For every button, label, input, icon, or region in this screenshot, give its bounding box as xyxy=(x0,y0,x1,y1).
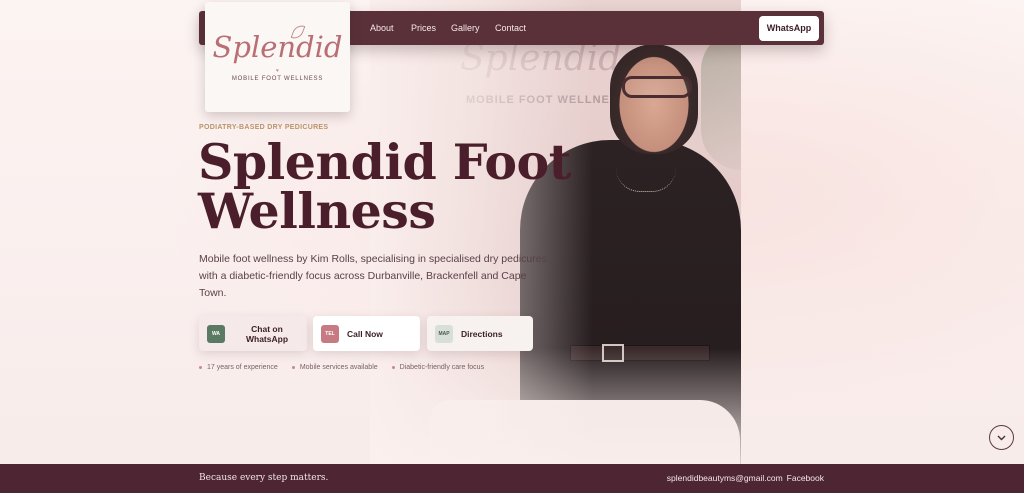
nav-link-contact[interactable]: Contact xyxy=(495,11,526,45)
call-now-button[interactable]: TEL Call Now xyxy=(313,316,420,351)
hero-title: Splendid Foot Wellness xyxy=(198,133,571,240)
footer-email-link[interactable]: splendidbeautyms@gmail.com xyxy=(667,464,783,493)
nav-link-prices[interactable]: Prices xyxy=(411,11,436,45)
necklace xyxy=(616,168,676,192)
logo-subtitle: MOBILE FOOT WELLNESS xyxy=(231,76,324,82)
logo-script: Splendid xyxy=(212,30,343,64)
feature-list: 17 years of experience Mobile services a… xyxy=(199,364,484,371)
footer: Because every step matters. splendidbeau… xyxy=(0,464,1024,493)
footer-links: splendidbeautyms@gmail.com Facebook xyxy=(667,464,824,493)
call-now-label: Call Now xyxy=(347,328,383,339)
plant-decoration xyxy=(701,30,741,170)
chevron-down-icon xyxy=(997,435,1006,440)
logo[interactable]: Splendid ♥ MOBILE FOOT WELLNESS xyxy=(205,2,350,112)
feature-item: Diabetic-friendly care focus xyxy=(391,364,485,371)
page: Splendid MOBILE FOOT WELLNESS About Pric… xyxy=(0,0,1024,493)
nav-link-about[interactable]: About xyxy=(370,11,394,45)
towel xyxy=(430,400,740,464)
feature-label: 17 years of experience xyxy=(207,364,278,371)
feature-item: Mobile services available xyxy=(291,364,378,371)
person-head xyxy=(610,44,698,154)
scroll-down-button[interactable] xyxy=(989,425,1014,450)
feature-label: Diabetic-friendly care focus xyxy=(399,364,485,371)
hero-description: Mobile foot wellness by Kim Rolls, speci… xyxy=(199,253,547,299)
glasses xyxy=(622,76,692,98)
wall-logo-subtitle: MOBILE FOOT WELLNESS xyxy=(466,94,627,106)
footer-facebook-link[interactable]: Facebook xyxy=(787,464,824,493)
phone-icon: TEL xyxy=(321,324,339,343)
belt xyxy=(570,345,710,361)
bullet-dot-icon xyxy=(291,366,295,369)
bullet-dot-icon xyxy=(199,366,202,369)
directions-button[interactable]: MAP Directions xyxy=(427,316,533,351)
feature-label: Mobile services available xyxy=(299,364,378,371)
chat-whatsapp-button[interactable]: WA Chat on WhatsApp xyxy=(199,316,307,351)
map-icon: MAP xyxy=(435,324,453,343)
feature-item: 17 years of experience xyxy=(199,364,278,371)
hero-eyebrow: PODIATRY-BASED DRY PEDICURES xyxy=(199,124,329,131)
whatsapp-icon: WA xyxy=(207,324,225,343)
belt-buckle xyxy=(602,344,624,362)
footer-tagline: Because every step matters. xyxy=(199,473,329,483)
bullet-dot-icon xyxy=(391,366,395,369)
chat-whatsapp-label: Chat on WhatsApp xyxy=(245,323,289,344)
directions-label: Directions xyxy=(461,328,503,339)
nav-link-gallery[interactable]: Gallery xyxy=(451,11,480,45)
heart-icon: ♥ xyxy=(276,68,279,74)
nav-whatsapp-button[interactable]: WhatsApp xyxy=(759,16,819,41)
